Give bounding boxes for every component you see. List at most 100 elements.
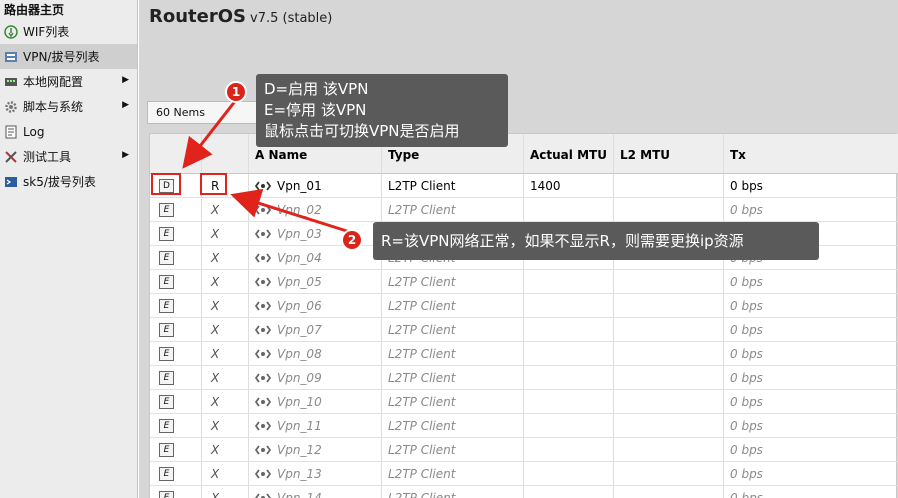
- enable-toggle-button[interactable]: E: [159, 418, 174, 433]
- enable-toggle-button[interactable]: E: [159, 346, 174, 361]
- l2-mtu-cell: [614, 342, 724, 365]
- chevron-right-icon: ▶: [122, 100, 129, 110]
- actual-mtu-cell: 1400: [524, 174, 614, 197]
- app-name: RouterOS: [149, 6, 246, 27]
- type-cell: L2TP Client: [382, 222, 524, 245]
- column-header-actual-mtu-col[interactable]: Actual MTU: [524, 134, 614, 173]
- disabled-flag: X: [211, 298, 220, 313]
- chevron-right-icon: ▶: [122, 75, 129, 85]
- name-cell: Vpn_14: [249, 486, 382, 498]
- enable-toggle-button[interactable]: D: [159, 178, 174, 193]
- table-row[interactable]: E X Vpn_09 L2TP Client 0 bps: [150, 366, 898, 390]
- app-version: v7.5 (stable): [250, 11, 333, 26]
- gear-icon: [3, 99, 19, 115]
- name-cell: Vpn_05: [249, 270, 382, 293]
- sidebar-item-3[interactable]: 本地网配置 ▶: [0, 69, 137, 94]
- flag-cell: X: [202, 366, 249, 389]
- sidebar-item-4[interactable]: 脚本与系统 ▶: [0, 94, 137, 119]
- l2-mtu-cell: [614, 366, 724, 389]
- actual-mtu-cell: [524, 318, 614, 341]
- l2-mtu-cell: [614, 414, 724, 437]
- table-row[interactable]: E X Vpn_14 L2TP Client 0 bps: [150, 486, 898, 498]
- flag-cell: X: [202, 342, 249, 365]
- column-header-type-col[interactable]: Type: [382, 134, 524, 173]
- interface-name: Vpn_09: [277, 370, 322, 385]
- toggle-cell: E: [150, 222, 202, 245]
- disabled-flag: X: [211, 394, 220, 409]
- toggle-cell: E: [150, 318, 202, 341]
- flag-cell: X: [202, 390, 249, 413]
- interface-name: Vpn_03: [277, 226, 322, 241]
- table-header: A Name Type Actual MTU L2 MTU Tx: [150, 134, 898, 174]
- disabled-flag: X: [211, 490, 220, 498]
- sidebar: 路由器主页 WIF列表 VPN/拔号列表 本地网配置 ▶ 脚本与系统 ▶ Log 测试工具 ▶ s…: [0, 0, 138, 498]
- interface-name: Vpn_10: [277, 394, 322, 409]
- flag-cell: R: [202, 174, 249, 197]
- sidebar-item-1[interactable]: WIF列表: [0, 19, 137, 44]
- sidebar-item-5[interactable]: Log: [0, 119, 137, 144]
- type-cell: L2TP Client: [382, 174, 524, 197]
- disabled-flag: X: [211, 466, 220, 481]
- name-cell: Vpn_01: [249, 174, 382, 197]
- l2-mtu-cell: [614, 462, 724, 485]
- sidebar-item-7[interactable]: sk5/拔号列表: [0, 169, 137, 194]
- enable-toggle-button[interactable]: E: [159, 274, 174, 289]
- sidebar-item-label: 脚本与系统: [23, 100, 84, 114]
- name-cell: Vpn_07: [249, 318, 382, 341]
- interface-name: Vpn_11: [277, 418, 322, 433]
- enable-toggle-button[interactable]: E: [159, 226, 174, 241]
- column-header-toggle-col[interactable]: [150, 134, 202, 173]
- table-row[interactable]: E X Vpn_06 L2TP Client 0 bps: [150, 294, 898, 318]
- disabled-flag: X: [211, 370, 220, 385]
- l2-mtu-cell: [614, 318, 724, 341]
- column-header-name-col[interactable]: A Name: [249, 134, 382, 173]
- actual-mtu-cell: [524, 414, 614, 437]
- table-row[interactable]: D R Vpn_01 L2TP Client 1400 0 bps: [150, 174, 898, 198]
- tx-cell: 0 bps: [730, 322, 763, 337]
- enable-toggle-button[interactable]: E: [159, 250, 174, 265]
- type-cell: L2TP Client: [382, 198, 524, 221]
- l2-mtu-cell: [614, 294, 724, 317]
- column-header-tx-col[interactable]: Tx: [724, 134, 898, 173]
- enable-toggle-button[interactable]: E: [159, 490, 174, 498]
- type-cell: L2TP Client: [382, 390, 524, 413]
- interface-icon: [255, 300, 271, 311]
- interface-icon: [255, 468, 271, 479]
- enable-toggle-button[interactable]: E: [159, 442, 174, 457]
- table-row[interactable]: E X Vpn_11 L2TP Client 0 bps: [150, 414, 898, 438]
- disabled-flag: X: [211, 202, 220, 217]
- table-row[interactable]: E X Vpn_10 L2TP Client 0 bps: [150, 390, 898, 414]
- tx-cell: 0 bps: [730, 202, 763, 217]
- actual-mtu-cell: [524, 462, 614, 485]
- table-row[interactable]: E X Vpn_03 L2TP Client 0 bps: [150, 222, 898, 246]
- sidebar-item-2[interactable]: VPN/拔号列表: [0, 44, 137, 69]
- table-row[interactable]: E X Vpn_02 L2TP Client 0 bps: [150, 198, 898, 222]
- running-flag: R: [211, 178, 220, 193]
- enable-toggle-button[interactable]: E: [159, 322, 174, 337]
- enable-toggle-button[interactable]: E: [159, 298, 174, 313]
- l2-mtu-cell: [614, 246, 724, 269]
- disabled-flag: X: [211, 346, 220, 361]
- table-row[interactable]: E X Vpn_05 L2TP Client 0 bps: [150, 270, 898, 294]
- enable-toggle-button[interactable]: E: [159, 466, 174, 481]
- table-row[interactable]: E X Vpn_07 L2TP Client 0 bps: [150, 318, 898, 342]
- toggle-cell: E: [150, 462, 202, 485]
- disabled-flag: X: [211, 250, 220, 265]
- sidebar-header[interactable]: 路由器主页: [0, 0, 137, 19]
- table-row[interactable]: E X Vpn_04 L2TP Client 0 bps: [150, 246, 898, 270]
- l2-mtu-cell: [614, 270, 724, 293]
- sidebar-item-6[interactable]: 测试工具 ▶: [0, 144, 137, 169]
- table-row[interactable]: E X Vpn_12 L2TP Client 0 bps: [150, 438, 898, 462]
- column-header-l2-mtu-col[interactable]: L2 MTU: [614, 134, 724, 173]
- table-row[interactable]: E X Vpn_13 L2TP Client 0 bps: [150, 462, 898, 486]
- actual-mtu-cell: [524, 270, 614, 293]
- enable-toggle-button[interactable]: E: [159, 394, 174, 409]
- flag-cell: X: [202, 462, 249, 485]
- enable-toggle-button[interactable]: E: [159, 370, 174, 385]
- interface-icon: [255, 420, 271, 431]
- column-header-flag-col[interactable]: [202, 134, 249, 173]
- interface-name: Vpn_12: [277, 442, 322, 457]
- toggle-cell: D: [150, 174, 202, 197]
- enable-toggle-button[interactable]: E: [159, 202, 174, 217]
- table-row[interactable]: E X Vpn_08 L2TP Client 0 bps: [150, 342, 898, 366]
